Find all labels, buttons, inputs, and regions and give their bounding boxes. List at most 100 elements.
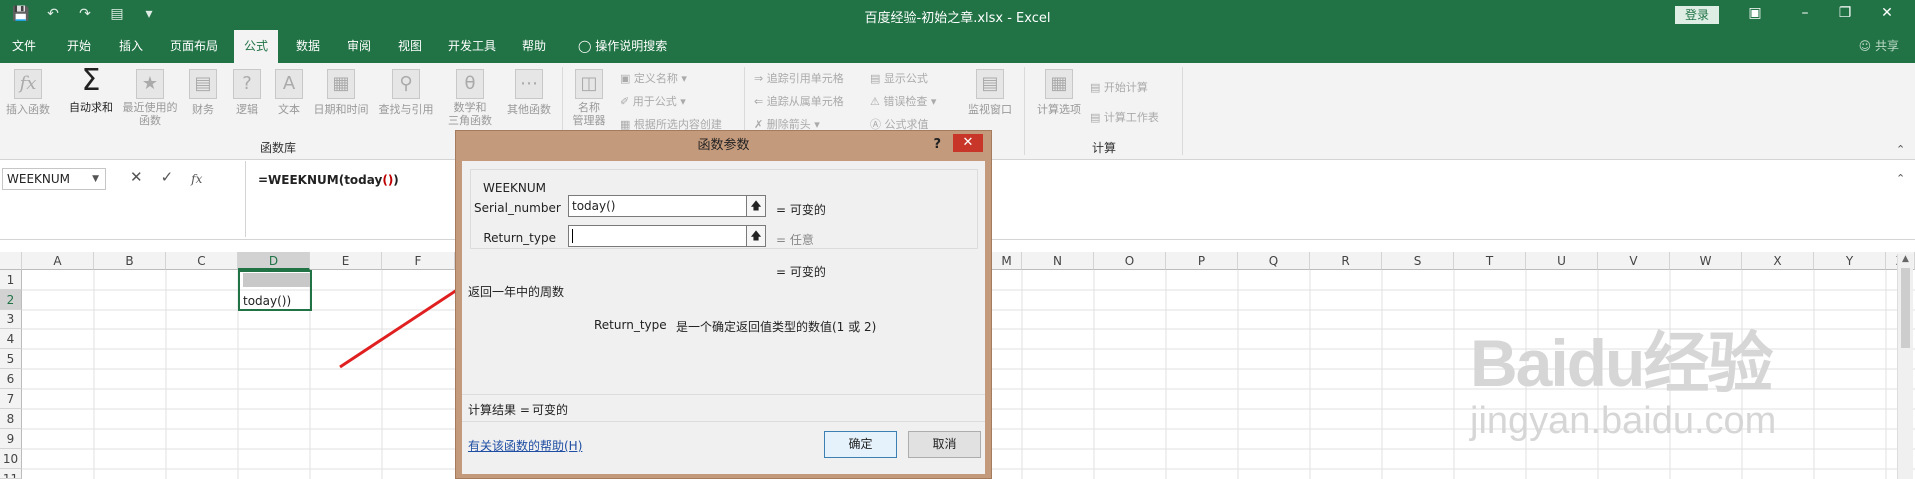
more-functions-button[interactable]: ⋯ 其他函数: [502, 69, 556, 117]
tab-view[interactable]: 视图: [388, 30, 432, 63]
column-header[interactable]: N: [1022, 252, 1094, 270]
column-header[interactable]: W: [1670, 252, 1742, 270]
minimize-icon[interactable]: –: [1790, 5, 1820, 21]
calculator-icon: ▦: [1045, 69, 1073, 99]
group-separator: [1024, 67, 1025, 155]
function-description: 返回一年中的周数: [468, 285, 565, 299]
row-header[interactable]: 1: [0, 270, 22, 290]
title-bar: 💾 ↶ ↷ ▤ ▾ 百度经验-初始之章.xlsx - Excel 登录 ▣ – …: [0, 0, 1915, 30]
row-header[interactable]: 7: [0, 389, 22, 409]
row-header[interactable]: 3: [0, 310, 22, 329]
cancel-entry-icon[interactable]: ✕: [130, 168, 143, 190]
text-icon: A: [275, 69, 303, 99]
trace-dependents-button[interactable]: ⇐ 追踪从属单元格: [754, 93, 844, 109]
tab-help[interactable]: 帮助: [512, 30, 556, 63]
tell-me-search[interactable]: ◯ 操作说明搜索: [568, 30, 677, 63]
ok-button[interactable]: 确定: [824, 431, 897, 458]
scroll-up-icon[interactable]: ▲: [1898, 254, 1913, 264]
column-header[interactable]: B: [94, 252, 166, 270]
watch-window-button[interactable]: ▤ 监视窗口: [962, 69, 1018, 117]
row-header[interactable]: 10: [0, 449, 22, 469]
column-header[interactable]: U: [1526, 252, 1598, 270]
cell-d2-content: today()): [243, 294, 292, 308]
financial-button[interactable]: ▤ 财务: [188, 69, 218, 117]
show-formulas-button[interactable]: ▤ 显示公式: [870, 70, 928, 86]
math-trig-button[interactable]: θ 数学和 三角函数: [442, 69, 498, 127]
more-icon: ⋯: [515, 69, 543, 99]
watch-window-icon: ▤: [976, 69, 1004, 99]
tab-formulas[interactable]: 公式: [234, 30, 279, 63]
collapse-ribbon-icon[interactable]: ⌃: [1896, 143, 1905, 156]
arg-result-serial-number: = 可变的: [776, 203, 826, 217]
tab-file[interactable]: 文件: [2, 30, 46, 63]
tab-review[interactable]: 审阅: [337, 30, 381, 63]
calculate-now-button[interactable]: ▤ 开始计算: [1090, 79, 1148, 95]
define-name-button[interactable]: ▣ 定义名称 ▾: [620, 70, 687, 86]
autosum-button[interactable]: Σ 自动求和: [64, 66, 118, 115]
tab-data[interactable]: 数据: [286, 30, 330, 63]
column-header[interactable]: R: [1310, 252, 1382, 270]
column-header[interactable]: C: [166, 252, 238, 270]
row-header[interactable]: 11: [0, 469, 22, 479]
expand-formula-bar-icon[interactable]: ⌃: [1896, 172, 1905, 185]
column-header[interactable]: X: [1742, 252, 1814, 270]
recently-used-button[interactable]: ★ 最近使用的 函数: [120, 69, 180, 127]
trace-precedents-button[interactable]: ⇒ 追踪引用单元格: [754, 70, 844, 86]
calculation-options-button[interactable]: ▦ 计算选项: [1032, 69, 1086, 117]
login-button[interactable]: 登录: [1675, 6, 1719, 24]
row-header[interactable]: 8: [0, 409, 22, 429]
column-header[interactable]: O: [1094, 252, 1166, 270]
arg-label-serial-number: Serial_number: [474, 201, 561, 215]
chevron-down-icon[interactable]: ▼: [92, 169, 99, 189]
date-time-button[interactable]: ▦ 日期和时间: [310, 69, 372, 117]
text-button[interactable]: A 文本: [274, 69, 304, 117]
column-header[interactable]: T: [1454, 252, 1526, 270]
fx-icon: fx: [14, 69, 42, 99]
select-all-corner[interactable]: [0, 252, 22, 270]
column-header[interactable]: Y: [1814, 252, 1886, 270]
collapse-dialog-icon[interactable]: 🡅: [746, 195, 766, 217]
share-button[interactable]: ☺ 共享: [1859, 30, 1899, 63]
lookup-reference-button[interactable]: ⚲ 查找与引用: [374, 69, 438, 117]
column-header[interactable]: P: [1166, 252, 1238, 270]
arg-help-text: 是一个确定返回值类型的数值(1 或 2): [676, 320, 877, 334]
calc-result-value: 可变的: [532, 403, 569, 417]
logical-button[interactable]: ? 逻辑: [232, 69, 262, 117]
column-header[interactable]: S: [1382, 252, 1454, 270]
calculate-sheet-button[interactable]: ▤ 计算工作表: [1090, 109, 1159, 125]
tab-developer[interactable]: 开发工具: [438, 30, 506, 63]
close-window-icon[interactable]: ✕: [1872, 5, 1902, 21]
help-icon[interactable]: ?: [933, 137, 941, 152]
close-icon[interactable]: ✕: [953, 134, 983, 152]
ribbon-display-icon[interactable]: ▣: [1740, 5, 1770, 21]
collapse-dialog-icon[interactable]: 🡅: [746, 225, 766, 247]
serial-number-input[interactable]: today(): [568, 195, 748, 217]
use-in-formula-button[interactable]: ✐ 用于公式 ▾: [620, 93, 686, 109]
tab-insert[interactable]: 插入: [109, 30, 153, 63]
row-header[interactable]: 4: [0, 329, 22, 349]
row-header[interactable]: 5: [0, 349, 22, 369]
row-header[interactable]: 6: [0, 369, 22, 389]
error-checking-button[interactable]: ⚠ 错误检查 ▾: [870, 93, 936, 109]
column-header[interactable]: Q: [1238, 252, 1310, 270]
column-header[interactable]: A: [22, 252, 94, 270]
insert-function-button[interactable]: fx 插入函数: [4, 69, 52, 117]
column-header[interactable]: M: [992, 252, 1022, 270]
vertical-scrollbar[interactable]: ▲: [1897, 254, 1913, 479]
restore-icon[interactable]: ❐: [1830, 5, 1860, 21]
tab-home[interactable]: 开始: [57, 30, 101, 63]
scrollbar-thumb[interactable]: [1901, 268, 1910, 348]
column-header[interactable]: V: [1598, 252, 1670, 270]
name-manager-button[interactable]: ◫ 名称 管理器: [566, 69, 612, 127]
tab-page-layout[interactable]: 页面布局: [160, 30, 228, 63]
confirm-entry-icon[interactable]: ✓: [161, 168, 174, 190]
return-type-input[interactable]: [568, 225, 748, 247]
function-help-link[interactable]: 有关该函数的帮助(H): [468, 437, 582, 454]
column-header-selected[interactable]: D: [238, 252, 310, 270]
fx-icon[interactable]: fx: [191, 168, 202, 190]
cancel-button[interactable]: 取消: [908, 431, 981, 458]
row-header-selected[interactable]: 2: [0, 290, 22, 310]
name-box[interactable]: WEEKNUM ▼: [2, 168, 106, 190]
person-icon: ☺: [1858, 39, 1872, 53]
row-header[interactable]: 9: [0, 429, 22, 449]
